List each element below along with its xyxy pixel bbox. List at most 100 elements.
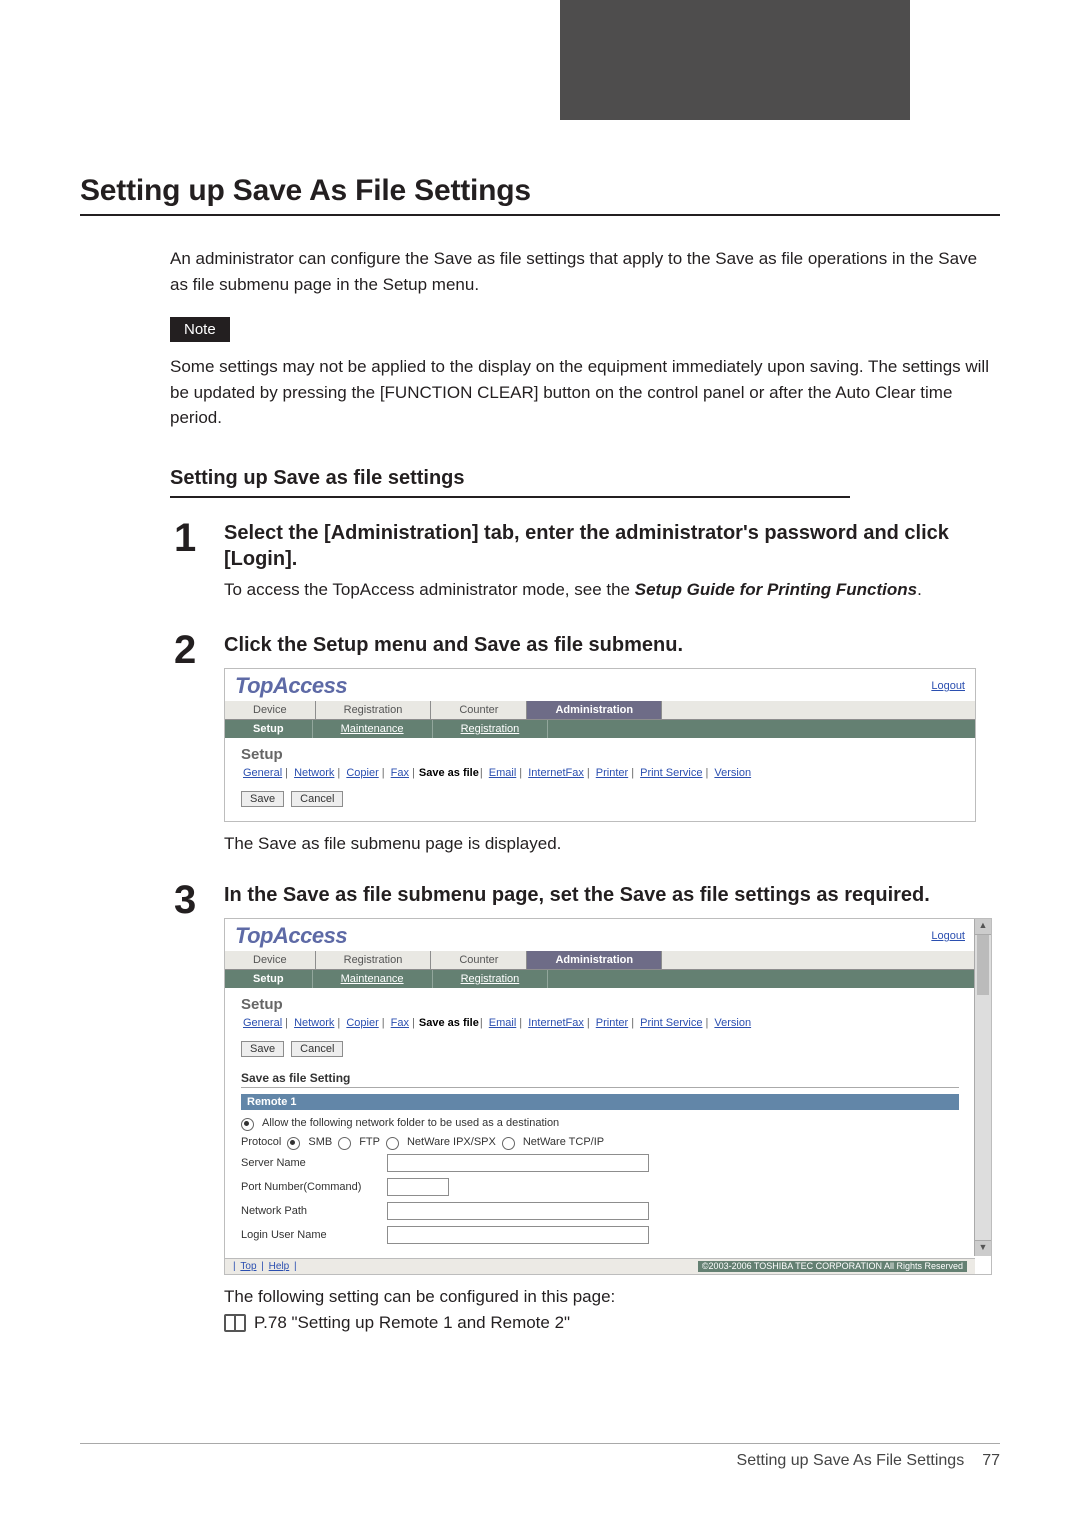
note-badge: Note <box>170 317 230 342</box>
xref-text: P.78 "Setting up Remote 1 and Remote 2" <box>254 1313 570 1333</box>
port-number-label: Port Number(Command) <box>241 1181 381 1193</box>
topaccess-subtabs: Setup Maintenance Registration <box>225 720 975 738</box>
tab-registration[interactable]: Registration <box>316 951 432 969</box>
copyright: ©2003-2006 TOSHIBA TEC CORPORATION All R… <box>698 1261 967 1272</box>
crumb-save-as-file: Save as file <box>419 767 479 779</box>
tab-counter[interactable]: Counter <box>431 951 527 969</box>
tab-device[interactable]: Device <box>225 951 316 969</box>
logout-link[interactable]: Logout <box>931 930 965 942</box>
step-1-text-em: Setup Guide for Printing Functions <box>635 580 917 599</box>
crumb-internetfax[interactable]: InternetFax <box>528 767 584 779</box>
step-3-title: In the Save as file submenu page, set th… <box>224 882 992 908</box>
crumb-internetfax[interactable]: InternetFax <box>528 1017 584 1029</box>
save-button[interactable]: Save <box>241 1041 284 1057</box>
cancel-button[interactable]: Cancel <box>291 1041 343 1057</box>
subtab-registration[interactable]: Registration <box>433 970 549 988</box>
subtab-registration[interactable]: Registration <box>433 720 549 738</box>
book-icon <box>224 1314 246 1332</box>
protocol-ipx-label: NetWare IPX/SPX <box>407 1136 496 1148</box>
protocol-ftp-radio[interactable] <box>338 1137 351 1150</box>
topaccess-screenshot-1: TopAccess Logout Device Registration Cou… <box>224 668 976 822</box>
crumb-fax[interactable]: Fax <box>391 767 409 779</box>
topaccess-logo: TopAccess <box>235 923 347 949</box>
subtab-maintenance[interactable]: Maintenance <box>313 970 433 988</box>
crumb-fax[interactable]: Fax <box>391 1017 409 1029</box>
server-name-input[interactable] <box>387 1154 649 1172</box>
footer-help-link[interactable]: Help <box>269 1261 290 1272</box>
topaccess-logo: TopAccess <box>235 673 347 699</box>
scroll-up-icon[interactable]: ▲ <box>975 919 991 935</box>
tab-registration[interactable]: Registration <box>316 701 432 719</box>
protocol-smb-label: SMB <box>308 1136 332 1148</box>
subtab-maintenance[interactable]: Maintenance <box>313 720 433 738</box>
remote-1-bar: Remote 1 <box>241 1094 959 1110</box>
cancel-button[interactable]: Cancel <box>291 791 343 807</box>
crumb-printservice[interactable]: Print Service <box>640 1017 702 1029</box>
crumb-general[interactable]: General <box>243 1017 282 1029</box>
step-1-title: Select the [Administration] tab, enter t… <box>224 520 990 572</box>
tab-device[interactable]: Device <box>225 701 316 719</box>
step-1: 1 Select the [Administration] tab, enter… <box>170 518 990 611</box>
crumb-version[interactable]: Version <box>714 767 751 779</box>
step-number: 2 <box>170 630 224 670</box>
subtab-setup[interactable]: Setup <box>225 720 313 738</box>
topaccess-screenshot-2: TopAccess Logout Device Registration Cou… <box>224 918 992 1275</box>
port-number-input[interactable] <box>387 1178 449 1196</box>
crumb-email[interactable]: Email <box>489 767 517 779</box>
crumb-network[interactable]: Network <box>294 767 334 779</box>
server-name-label: Server Name <box>241 1157 381 1169</box>
scrollbar[interactable]: ▲ ▼ <box>974 919 991 1256</box>
note-text: Some settings may not be applied to the … <box>170 354 990 431</box>
step-1-text-post: . <box>917 580 922 599</box>
network-path-input[interactable] <box>387 1202 649 1220</box>
login-user-label: Login User Name <box>241 1229 381 1241</box>
step-1-text-pre: To access the TopAccess administrator mo… <box>224 580 635 599</box>
protocol-smb-radio[interactable] <box>287 1137 300 1150</box>
scroll-down-icon[interactable]: ▼ <box>975 1240 991 1256</box>
save-as-file-setting-heading: Save as file Setting <box>241 1071 959 1088</box>
allow-destination-row: Allow the following network folder to be… <box>241 1116 959 1129</box>
tab-counter[interactable]: Counter <box>431 701 527 719</box>
step-number: 1 <box>170 518 224 558</box>
subtab-setup[interactable]: Setup <box>225 970 313 988</box>
crumb-version[interactable]: Version <box>714 1017 751 1029</box>
setup-heading: Setup <box>241 746 959 763</box>
intro-paragraph: An administrator can configure the Save … <box>170 246 990 297</box>
login-user-input[interactable] <box>387 1226 649 1244</box>
step-2-title: Click the Setup menu and Save as file su… <box>224 632 990 658</box>
crumb-copier[interactable]: Copier <box>346 1017 378 1029</box>
page-title: Setting up Save As File Settings <box>80 174 1000 208</box>
network-path-label: Network Path <box>241 1205 381 1217</box>
logout-link[interactable]: Logout <box>931 680 965 692</box>
tab-administration[interactable]: Administration <box>527 701 662 719</box>
protocol-row: Protocol SMB FTP NetWare IPX/SPX NetWare… <box>241 1135 959 1148</box>
crumb-general[interactable]: General <box>243 767 282 779</box>
protocol-label: Protocol <box>241 1136 281 1148</box>
footer-text: Setting up Save As File Settings <box>737 1452 965 1470</box>
crumb-printer[interactable]: Printer <box>596 1017 628 1029</box>
protocol-tcpip-radio[interactable] <box>502 1137 515 1150</box>
crumb-network[interactable]: Network <box>294 1017 334 1029</box>
crumb-printservice[interactable]: Print Service <box>640 767 702 779</box>
crumb-email[interactable]: Email <box>489 1017 517 1029</box>
step-number: 3 <box>170 880 224 920</box>
step-3: 3 In the Save as file submenu page, set … <box>170 880 990 1333</box>
protocol-ipx-radio[interactable] <box>386 1137 399 1150</box>
step-2-caption: The Save as file submenu page is display… <box>224 834 990 854</box>
protocol-tcpip-label: NetWare TCP/IP <box>523 1136 604 1148</box>
footer-top-link[interactable]: Top <box>240 1261 256 1272</box>
step-1-text: To access the TopAccess administrator mo… <box>224 578 990 603</box>
allow-destination-label: Allow the following network folder to be… <box>262 1117 559 1129</box>
subheading: Setting up Save as file settings <box>170 467 990 490</box>
tab-administration[interactable]: Administration <box>527 951 662 969</box>
crumb-copier[interactable]: Copier <box>346 767 378 779</box>
save-button[interactable]: Save <box>241 791 284 807</box>
footer-page-number: 77 <box>982 1452 1000 1470</box>
title-rule <box>80 214 1000 216</box>
allow-destination-radio[interactable] <box>241 1118 254 1131</box>
setup-crumbs: General| Network| Copier| Fax| Save as f… <box>241 767 959 779</box>
topaccess-tabs: Device Registration Counter Administrati… <box>225 701 975 720</box>
scroll-thumb[interactable] <box>977 935 989 995</box>
step-2: 2 Click the Setup menu and Save as file … <box>170 630 990 860</box>
crumb-printer[interactable]: Printer <box>596 767 628 779</box>
